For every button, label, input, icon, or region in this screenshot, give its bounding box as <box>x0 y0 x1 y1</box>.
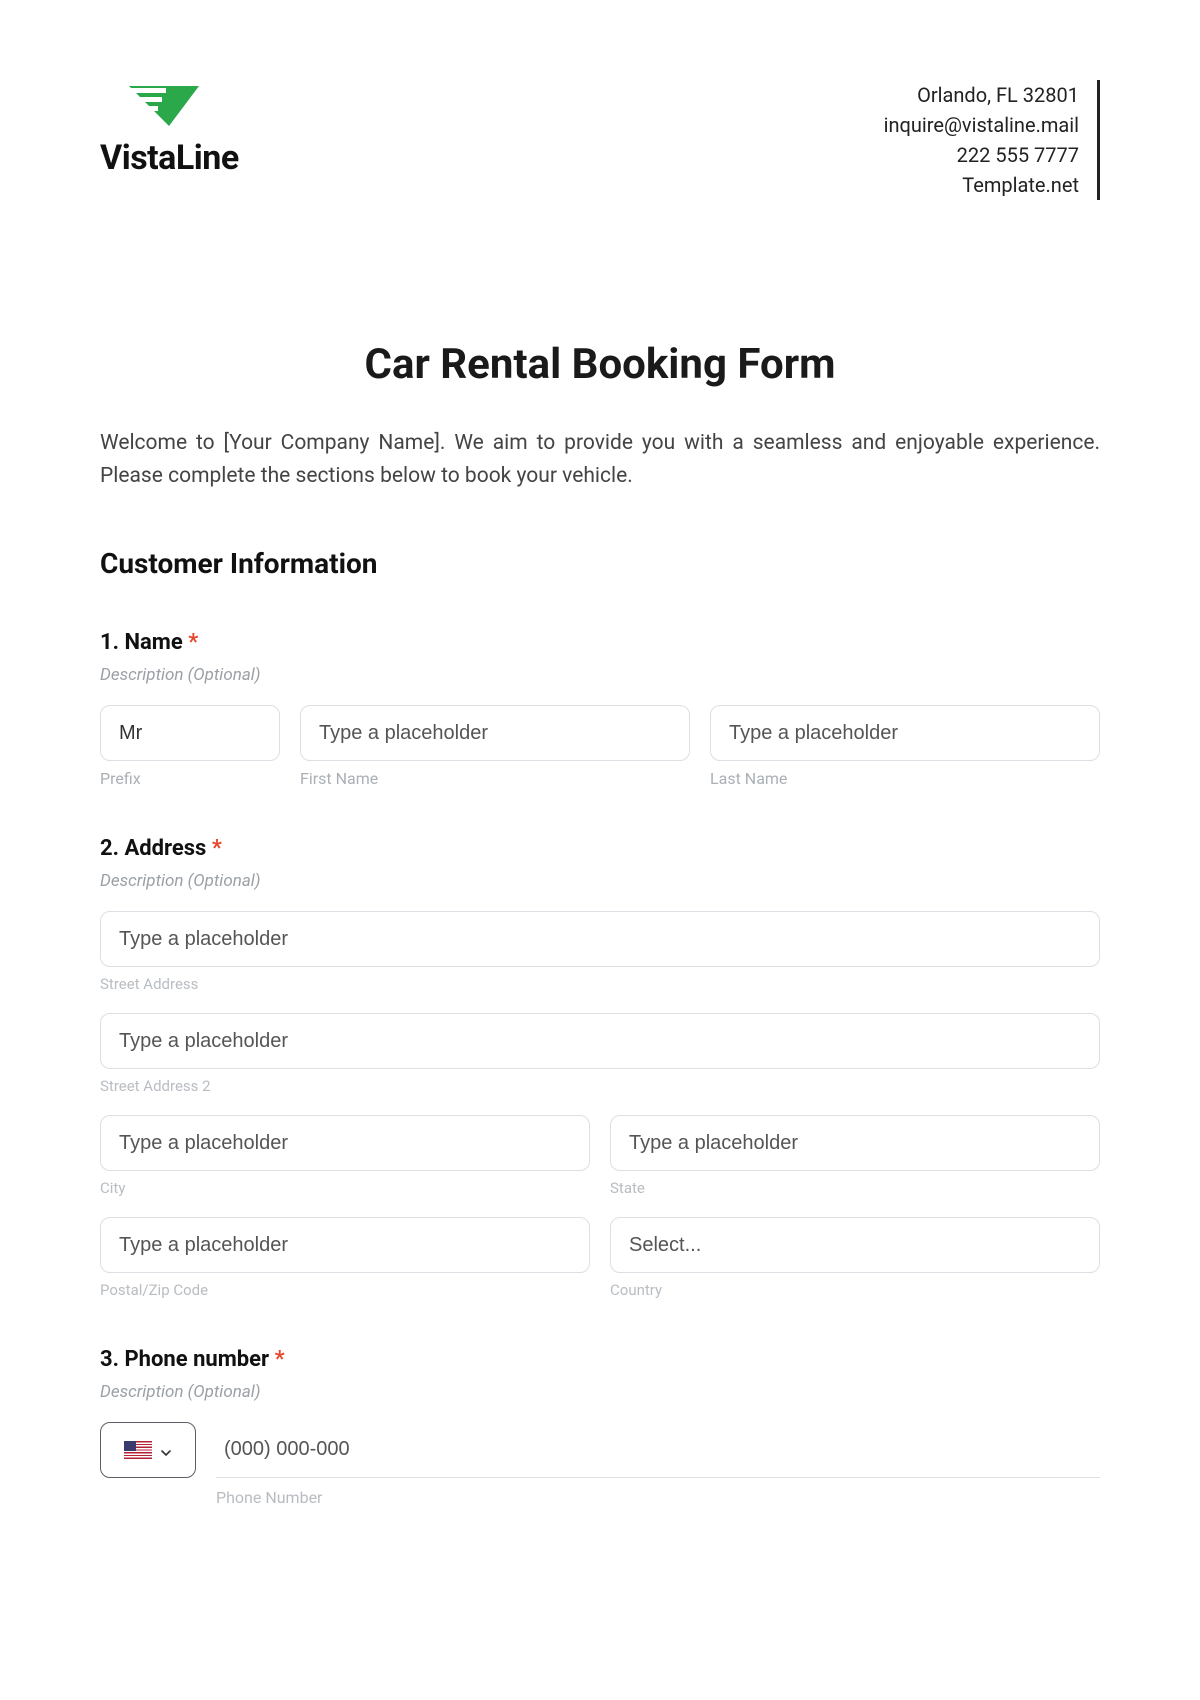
question-name-label: 1. Name * <box>100 630 1100 655</box>
brand-logo-icon <box>114 80 224 134</box>
phone-country-select[interactable] <box>100 1422 196 1478</box>
prefix-field[interactable] <box>100 705 280 761</box>
street-address-2-sublabel: Street Address 2 <box>100 1077 1100 1095</box>
street-address-field[interactable] <box>100 911 1100 967</box>
question-address-label: 2. Address * <box>100 836 1100 861</box>
country-sublabel: Country <box>610 1281 1100 1299</box>
question-name-description: Description (Optional) <box>100 665 1100 685</box>
required-marker: * <box>275 1347 285 1372</box>
question-address: 2. Address * Description (Optional) Stre… <box>100 836 1100 1299</box>
question-name-label-text: 1. Name <box>100 630 183 655</box>
contact-email: inquire@vistaline.mail <box>884 110 1079 140</box>
intro-text: Welcome to [Your Company Name]. We aim t… <box>100 427 1100 492</box>
contact-site: Template.net <box>884 170 1079 200</box>
question-phone: 3. Phone number * Description (Optional)… <box>100 1347 1100 1507</box>
city-sublabel: City <box>100 1179 590 1197</box>
city-field[interactable] <box>100 1115 590 1171</box>
postal-field[interactable] <box>100 1217 590 1273</box>
question-address-description: Description (Optional) <box>100 871 1100 891</box>
brand-logo-block: VistaLine <box>100 80 239 178</box>
first-name-sublabel: First Name <box>300 769 690 788</box>
header: VistaLine Orlando, FL 32801 inquire@vist… <box>100 80 1100 200</box>
country-select[interactable] <box>610 1217 1100 1273</box>
question-phone-label: 3. Phone number * <box>100 1347 1100 1372</box>
street-address-2-field[interactable] <box>100 1013 1100 1069</box>
state-sublabel: State <box>610 1179 1100 1197</box>
us-flag-icon <box>124 1441 152 1459</box>
chevron-down-icon <box>160 1444 172 1456</box>
section-heading-customer-info: Customer Information <box>100 547 1100 580</box>
question-name: 1. Name * Description (Optional) Prefix … <box>100 630 1100 788</box>
postal-sublabel: Postal/Zip Code <box>100 1281 590 1299</box>
first-name-field[interactable] <box>300 705 690 761</box>
question-address-label-text: 2. Address <box>100 836 206 861</box>
state-field[interactable] <box>610 1115 1100 1171</box>
street-address-sublabel: Street Address <box>100 975 1100 993</box>
contact-phone: 222 555 7777 <box>884 140 1079 170</box>
contact-block: Orlando, FL 32801 inquire@vistaline.mail… <box>884 80 1100 200</box>
phone-number-sublabel: Phone Number <box>216 1488 1100 1507</box>
question-phone-label-text: 3. Phone number <box>100 1347 269 1372</box>
last-name-field[interactable] <box>710 705 1100 761</box>
prefix-sublabel: Prefix <box>100 769 280 788</box>
last-name-sublabel: Last Name <box>710 769 1100 788</box>
contact-address: Orlando, FL 32801 <box>884 80 1079 110</box>
required-marker: * <box>212 836 222 861</box>
question-phone-description: Description (Optional) <box>100 1382 1100 1402</box>
required-marker: * <box>188 630 198 655</box>
phone-number-field[interactable] <box>216 1422 1100 1478</box>
brand-name: VistaLine <box>100 138 239 178</box>
page-title: Car Rental Booking Form <box>100 340 1100 389</box>
